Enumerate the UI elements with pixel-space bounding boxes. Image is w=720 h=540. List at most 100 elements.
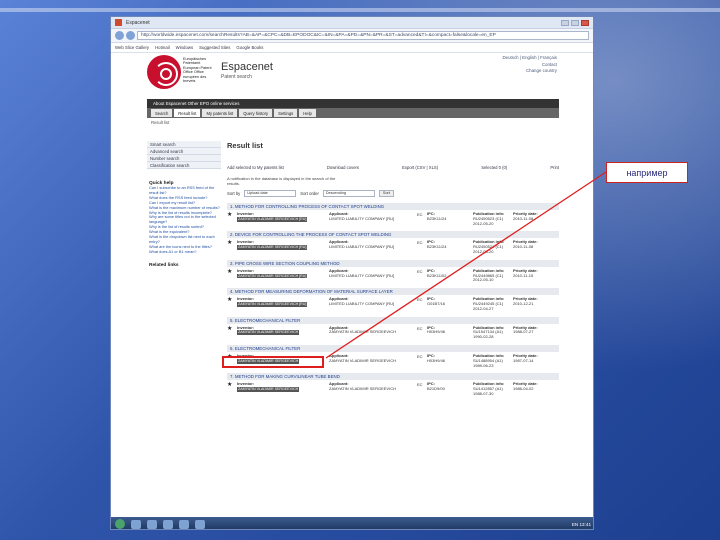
applicant-value: ZAMYATIN VLADIMIR SERGEEVICH <box>329 357 396 363</box>
minimize-icon[interactable] <box>561 19 569 26</box>
ipc-value[interactable]: G01B7/16 <box>427 301 473 307</box>
close-icon[interactable] <box>581 19 589 26</box>
ipc-value[interactable]: B23K11/24 <box>427 216 473 222</box>
taskbar-ie-icon[interactable] <box>131 519 141 529</box>
browser-tab-title[interactable]: Espacenet <box>126 20 150 26</box>
tab-query-history[interactable]: Query history <box>239 109 273 117</box>
applicant-cell: Applicant: LIMITED LIABILITY COMPANY [RU] <box>329 296 417 311</box>
ipc-value[interactable]: B23K11/02 <box>427 273 473 279</box>
cc-cell: EC <box>417 268 423 274</box>
favorites-bar: Web Slice Gallery Hotmail Windows Sugges… <box>111 43 593 53</box>
inventor-name[interactable]: ZAMYATIN VLADIMIR SERGEEVICH [RU] <box>237 273 308 279</box>
inventor-cell: Inventor: ZAMYATIN VLADIMIR SERGEEVICH <box>237 382 329 396</box>
priority-value: 2010-11-08 <box>513 244 534 250</box>
result-row: ★ Inventor: ZAMYATIN VLADIMIR SERGEEVICH Ap… <box>227 380 559 396</box>
ipc-cell: IPC: B23K11/24 <box>427 211 473 226</box>
related-links-title[interactable]: Related links <box>147 263 221 268</box>
ipc-cell: IPC: B23K11/02 <box>427 268 473 283</box>
result-title-link[interactable]: 5. ELECTROMECHANICAL FILTER <box>227 316 559 324</box>
tab-search[interactable]: Search <box>151 109 173 117</box>
favorite-item[interactable]: Hotmail <box>155 45 170 50</box>
start-button-icon[interactable] <box>115 519 125 529</box>
sort-button[interactable]: Sort <box>378 190 394 197</box>
add-to-list-link[interactable]: Add selected to My patents list <box>227 165 284 173</box>
priority-cell: Priority date: 2010-12-21 <box>513 296 553 311</box>
contact-link[interactable]: Contact <box>502 62 557 69</box>
back-icon[interactable] <box>115 31 124 40</box>
ipc-value[interactable]: H03H9/46 <box>427 330 473 335</box>
sidebar-item-smart-search[interactable]: Smart search <box>147 141 221 148</box>
sidebar-item-number-search[interactable]: Number search <box>147 155 221 162</box>
window-controls <box>561 19 589 26</box>
inventor-name[interactable]: ZAMYATIN VLADIMIR SERGEEVICH <box>237 330 300 336</box>
page-title: Result list <box>227 141 263 150</box>
inventor-name[interactable]: ZAMYATIN VLADIMIR SERGEEVICH [RU] <box>237 216 308 222</box>
applicant-cell: Applicant: ZAMYATIN VLADIMIR SERGEEVICH <box>329 382 417 396</box>
publication-cell: Publication info: SU1412857 (A1) 1988-07-… <box>473 382 513 396</box>
applicant-value: ZAMYATIN VLADIMIR SERGEEVICH <box>329 386 396 392</box>
address-bar[interactable]: http://worldwide.espacenet.com/searchRes… <box>137 31 589 40</box>
star-icon[interactable]: ★ <box>227 297 237 311</box>
inventor-name[interactable]: ZAMYATIN VLADIMIR SERGEEVICH <box>237 387 300 392</box>
ipc-value[interactable]: H03H9/46 <box>427 358 473 364</box>
result-title-link[interactable]: 2. DEVICE FOR CONTROLLING THE PROCESS OF… <box>227 231 559 239</box>
result-row: ★ Inventor: ZAMYATIN VLADIMIR SERGEEVICH [… <box>227 210 559 226</box>
print-link[interactable]: Print <box>550 165 559 173</box>
tab-my-patents[interactable]: My patents list <box>202 109 238 117</box>
taskbar-word-icon[interactable] <box>179 519 189 529</box>
favorite-item[interactable]: Web Slice Gallery <box>115 45 149 50</box>
sidebar-item-classification[interactable]: Classification search <box>147 162 221 169</box>
result-title-link[interactable]: 4. METHOD FOR MEASURING DEFORMATION OF M… <box>227 288 559 296</box>
annotation-callout: например <box>606 162 688 183</box>
change-country-link[interactable]: Change country <box>502 68 557 75</box>
favorite-item[interactable]: Google Books <box>236 45 263 50</box>
result-title-link[interactable]: 3. PIPE CROSS WIRE SECTION COUPLING METH… <box>227 259 559 267</box>
inventor-cell: Inventor: ZAMYATIN VLADIMIR SERGEEVICH <box>237 325 329 340</box>
ipc-cell: IPC: B21D9/00 <box>427 382 473 396</box>
star-icon[interactable]: ★ <box>227 326 237 340</box>
language-links[interactable]: Deutsch | English | Français <box>502 55 557 62</box>
espacenet-tab-icon <box>115 19 122 26</box>
ipc-value[interactable]: B23K11/24 <box>427 244 473 250</box>
quick-help-link[interactable]: What does A1 or B1 mean? <box>147 249 221 255</box>
star-icon[interactable]: ★ <box>227 240 237 254</box>
priority-cell: Priority date: 1987-07-14 <box>513 353 553 368</box>
taskbar-media-icon[interactable] <box>163 519 173 529</box>
download-covers-link[interactable]: Download covers <box>327 165 359 173</box>
star-icon[interactable]: ★ <box>227 212 237 226</box>
result-title-link[interactable]: 7. METHOD FOR MAKING CURVILINEAR TUBE BE… <box>227 373 559 381</box>
inventor-name[interactable]: ZAMYATIN VLADIMIR SERGEEVICH [RU] <box>237 301 308 307</box>
about-bar[interactable]: About Espacenet Other EPO online service… <box>147 99 559 108</box>
taskbar-explorer-icon[interactable] <box>147 519 157 529</box>
taskbar-ppt-icon[interactable] <box>195 519 205 529</box>
tab-settings[interactable]: Settings <box>274 109 298 117</box>
result-title-link[interactable]: 6. ELECTROMECHANICAL FILTER <box>227 344 559 352</box>
maximize-icon[interactable] <box>571 19 579 26</box>
cc-cell: EC <box>417 297 423 303</box>
star-icon[interactable]: ★ <box>227 269 237 283</box>
priority-cell: Priority date: 1986-04-02 <box>513 382 553 396</box>
site-brand[interactable]: Espacenet <box>221 61 273 73</box>
applicant-value: LIMITED LIABILITY COMPANY [RU] <box>329 300 395 306</box>
forward-icon[interactable] <box>126 31 135 40</box>
epo-logo-icon[interactable] <box>147 55 181 89</box>
publication-cell: Publication info: RU2450523 (C1) 2012-05-… <box>473 211 513 226</box>
main-tabs: Search Result list My patents list Query… <box>147 108 559 118</box>
applicant-value: LIMITED LIABILITY COMPANY [RU] <box>329 215 395 221</box>
ipc-value[interactable]: B21D9/00 <box>427 386 473 392</box>
result-row: ★ Inventor: ZAMYATIN VLADIMIR SERGEEVICH [… <box>227 295 559 311</box>
result-title-link[interactable]: 1. METHOD FOR CONTROLLING PROCESS OF CON… <box>227 203 559 210</box>
sidebar-item-advanced-search[interactable]: Advanced search <box>147 148 221 155</box>
star-icon[interactable]: ★ <box>227 382 237 396</box>
favorite-item[interactable]: Windows <box>176 45 193 50</box>
inventor-name[interactable]: ZAMYATIN VLADIMIR SERGEEVICH [RU] <box>237 245 308 250</box>
sort-select[interactable]: Upload date <box>244 190 297 197</box>
tab-result-list[interactable]: Result list <box>174 109 201 117</box>
order-select[interactable]: Descending <box>322 190 375 197</box>
tab-help[interactable]: Help <box>299 109 316 117</box>
export-link[interactable]: Export (CSV | XLS) <box>402 165 438 173</box>
system-tray-clock[interactable]: EN 13:41 <box>572 522 591 527</box>
sidebar: Smart search Advanced search Number sear… <box>147 141 221 268</box>
priority-cell: Priority date: 1988-07-27 <box>513 325 553 340</box>
favorite-item[interactable]: Suggested Sites <box>199 45 230 50</box>
